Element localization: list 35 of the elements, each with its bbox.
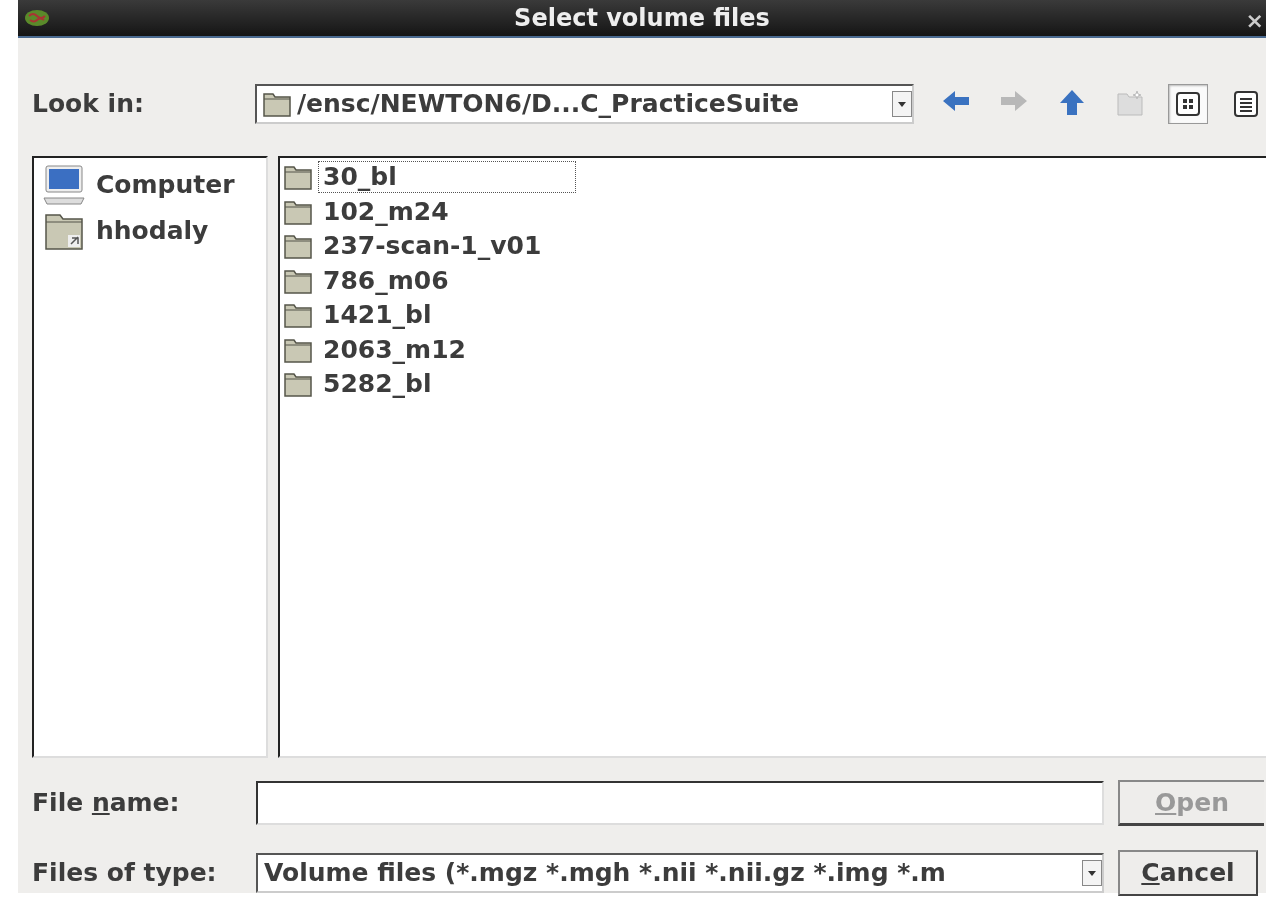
file-type-combo[interactable]: Volume files (*.mgz *.mgh *.nii *.nii.gz *.img *.m: [256, 853, 1104, 893]
caret-icon: [1087, 869, 1097, 877]
folder-icon: [284, 302, 312, 329]
folder-name[interactable]: 786_m06: [318, 264, 454, 297]
folder-name[interactable]: 2063_m12: [318, 333, 471, 366]
computer-icon: [42, 164, 86, 206]
cancel-button[interactable]: Cancel: [1118, 850, 1258, 896]
folder-icon: [284, 371, 312, 398]
file-type-label: Files of type:: [32, 857, 218, 890]
folder-icon: [263, 91, 291, 117]
caret-icon: [897, 100, 907, 108]
file-name-label: File name:: [32, 787, 181, 820]
folder-name[interactable]: 237-scan-1_v01: [318, 230, 547, 263]
folder-icon: [284, 267, 312, 294]
new-folder-icon: [1115, 89, 1145, 119]
grid-view-icon: [1173, 89, 1203, 119]
folder-name[interactable]: 30_bl: [318, 161, 576, 194]
grid-view-button[interactable]: [1168, 84, 1208, 124]
folder-icon: [284, 164, 312, 191]
folder-name[interactable]: 5282_bl: [318, 368, 437, 401]
file-name-field[interactable]: [256, 781, 1104, 825]
look-in-label: Look in:: [32, 88, 145, 121]
window-title: Select volume files: [514, 3, 770, 34]
folder-icon: [284, 336, 312, 363]
folder-icon: [284, 233, 312, 260]
sidebar-item[interactable]: Computer: [42, 162, 258, 208]
close-icon[interactable]: ×: [1245, 4, 1264, 37]
look-in-combo[interactable]: /ensc/NEWTON6/D...C_PracticeSuite: [255, 84, 914, 124]
sidebar-item[interactable]: hhodaly: [42, 208, 258, 254]
folder-name[interactable]: 102_m24: [318, 195, 454, 228]
app-icon: [24, 8, 50, 28]
folder-name[interactable]: 1421_bl: [318, 299, 437, 332]
folder-icon: [42, 211, 86, 251]
list-view-icon: [1231, 89, 1261, 119]
folder-icon: [284, 198, 312, 225]
